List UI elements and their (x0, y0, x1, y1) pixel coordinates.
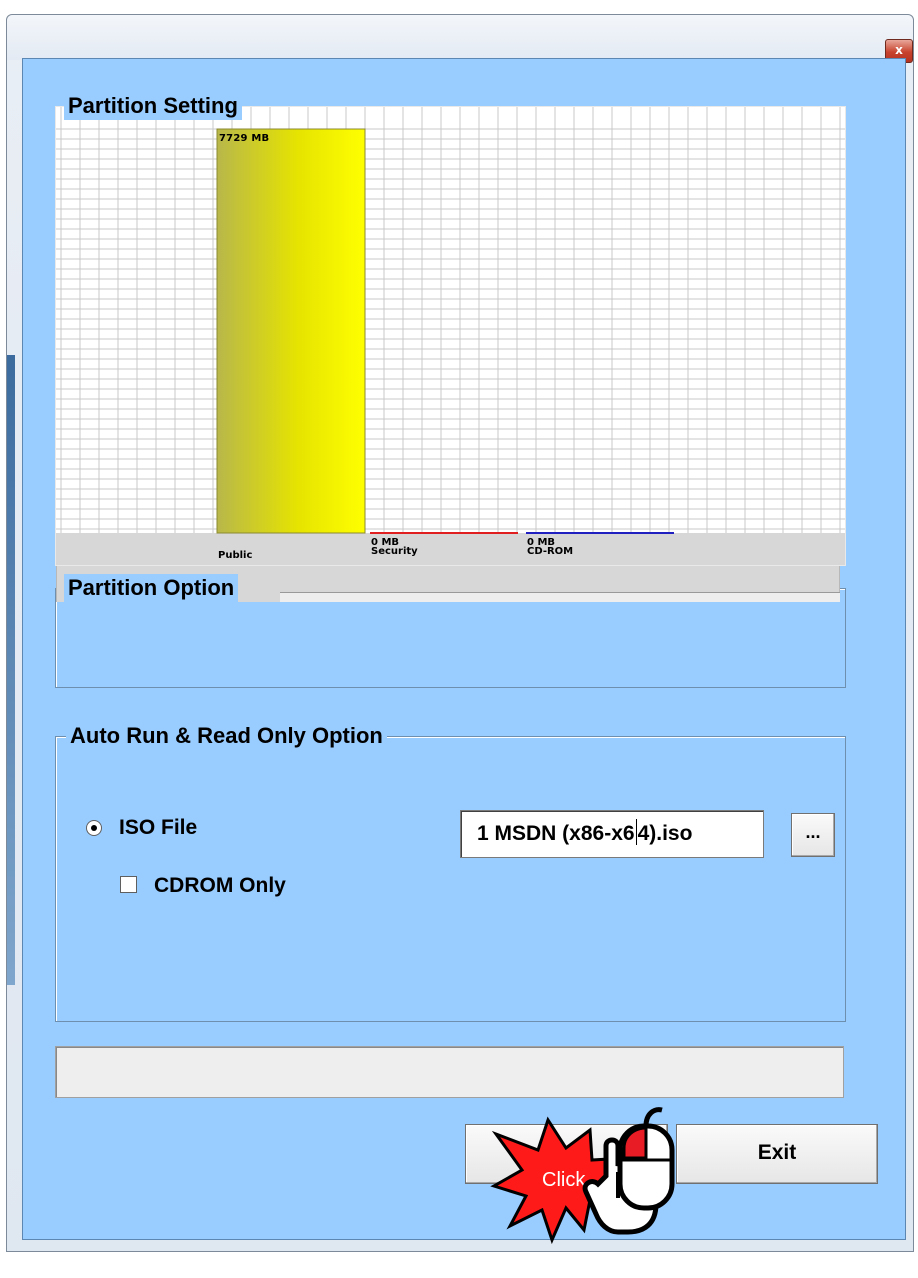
text-caret (635, 819, 637, 845)
browse-button[interactable]: ... (791, 813, 835, 857)
iso-file-label: ISO File (119, 816, 198, 839)
click-callout: Click (490, 1107, 675, 1245)
exit-button[interactable]: Exit (676, 1124, 878, 1184)
partition-chart: 7729 MB 0 MB 0 MB Public Security CD-ROM (55, 106, 846, 566)
partition-setting-title: Partition Setting (64, 92, 242, 120)
public-size-label: 7729 MB (219, 133, 270, 144)
category-band (56, 533, 845, 565)
iso-file-radio[interactable] (86, 820, 102, 836)
title-bar (7, 15, 913, 60)
partition-option-title: Partition Option (64, 574, 239, 602)
partition-chart-svg (56, 107, 845, 565)
mouse-icon (617, 1107, 675, 1211)
security-category-label: Security (371, 546, 418, 557)
autorun-title: Auto Run & Read Only Option (66, 722, 387, 750)
partition-option-group (55, 588, 846, 688)
window-edge (7, 355, 15, 985)
click-text: Click (542, 1169, 586, 1191)
cdrom-category-label: CD-ROM (527, 546, 574, 557)
cdrom-only-checkbox[interactable] (120, 876, 137, 893)
public-category-label: Public (218, 550, 253, 561)
iso-path-input[interactable]: 1 MSDN (x86-x6 4).iso (460, 810, 764, 858)
progress-bar (55, 1046, 844, 1098)
bar-public (216, 128, 366, 534)
partition-option-rule (280, 592, 840, 602)
cdrom-only-label: CDROM Only (154, 874, 286, 897)
